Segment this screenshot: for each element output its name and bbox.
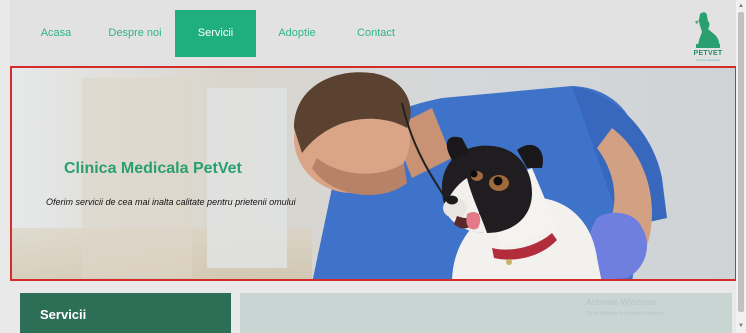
nav-item-despre-noi[interactable]: Despre noi [102,10,168,57]
scroll-thumb[interactable] [738,12,744,312]
dog-logo-icon [695,12,720,48]
page: Acasa Despre noi Servicii Adoptie Contac… [0,0,737,333]
scroll-down-arrow-icon[interactable]: ▼ [736,322,746,330]
nav-item-contact[interactable]: Contact [347,10,405,57]
scroll-up-arrow-icon[interactable]: ▲ [736,2,746,10]
logo-text: PETVET [693,50,723,57]
nav-item-acasa[interactable]: Acasa [28,10,84,57]
activate-windows-subtitle: Go to Settings to activate Windows. [586,311,665,317]
activate-windows-title: Activate Windows [586,297,658,307]
vertical-scrollbar[interactable]: ▲ ▼ [736,0,746,333]
nav-item-servicii[interactable]: Servicii [175,10,256,57]
hero-subtitle: Oferim servicii de cea mai inalta calita… [46,197,296,207]
hero-banner: Clinica Medicala PetVet Oferim servicii … [10,66,737,281]
hero-title: Clinica Medicala PetVet [64,160,242,177]
logo-subtext: Clinica Veterinara [696,58,720,62]
nav-item-adoptie[interactable]: Adoptie [268,10,326,57]
services-heading: Servicii [20,293,231,333]
navbar: Acasa Despre noi Servicii Adoptie Contac… [10,0,736,68]
petvet-logo[interactable]: PETVET Clinica Veterinara [686,10,730,62]
